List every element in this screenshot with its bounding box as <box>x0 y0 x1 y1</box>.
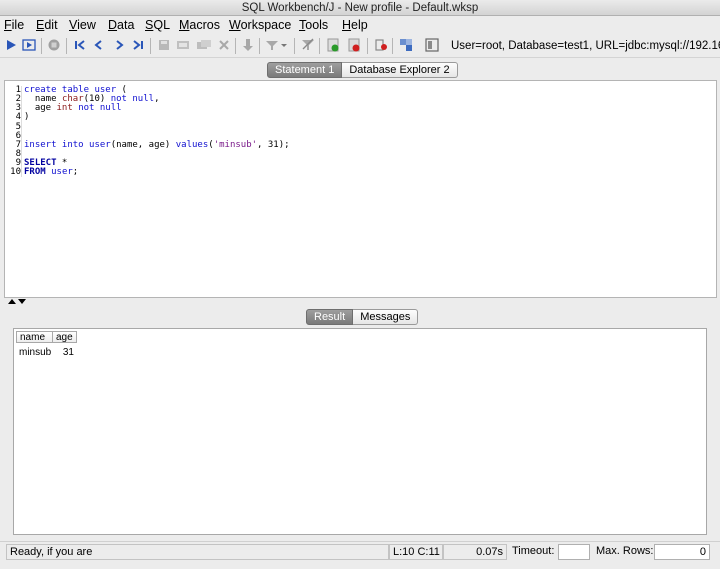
cell-age[interactable]: 31 <box>53 347 77 359</box>
result-grid[interactable]: name age minsub 31 <box>13 328 707 535</box>
sql-editor[interactable]: 1 2 3 4 5 6 7 8 9 10 create table user (… <box>4 80 717 298</box>
code-line[interactable]: insert into user(name, age) values('mins… <box>22 140 716 150</box>
sql-code[interactable]: create table user ( name char(10) not nu… <box>21 85 716 178</box>
code-line[interactable]: SELECT * <box>22 158 716 168</box>
window-title-bar: SQL Workbench/J - New profile - Default.… <box>0 0 720 16</box>
collapse-down-icon <box>18 299 26 304</box>
menu-workspace[interactable]: Workspace <box>229 17 291 33</box>
insert-row-icon[interactable] <box>176 37 192 53</box>
max-rows-label: Max. Rows: <box>596 545 654 557</box>
tab-messages[interactable]: Messages <box>353 309 419 325</box>
code-line[interactable]: age int not null <box>22 104 716 113</box>
stop-icon[interactable] <box>46 37 62 53</box>
code-line[interactable]: FROM user; <box>22 168 716 177</box>
tab-statement-1[interactable]: Statement 1 <box>267 62 343 78</box>
status-bar: Ready, if you are L:10 C:11 0.07s Timeou… <box>0 541 720 563</box>
toolbar-separator <box>150 38 151 54</box>
editor-tab-bar: Statement 1 Database Explorer 2 <box>267 62 458 78</box>
execute-current-icon[interactable] <box>21 37 37 53</box>
max-rows-input[interactable]: 0 <box>654 544 710 560</box>
line-number: 10 <box>10 167 21 178</box>
status-message: Ready, if you are <box>6 544 389 560</box>
filter-dropdown-icon[interactable] <box>264 37 288 53</box>
menu-macros[interactable]: Macros <box>179 17 220 33</box>
workspace-icon[interactable] <box>424 37 440 53</box>
table-row[interactable]: minsub 31 <box>16 347 77 359</box>
connection-info: User=root, Database=test1, URL=jdbc:mysq… <box>451 40 720 52</box>
window-title: SQL Workbench/J - New profile - Default.… <box>241 2 479 14</box>
reset-filter-icon[interactable] <box>300 37 316 53</box>
toolbar-separator <box>235 38 236 54</box>
toolbar-separator <box>259 38 260 54</box>
tab-database-explorer-2[interactable]: Database Explorer 2 <box>342 62 458 78</box>
menu-view[interactable]: View <box>69 17 96 33</box>
menu-data[interactable]: Data <box>108 17 134 33</box>
result-tab-bar: Result Messages <box>306 309 419 325</box>
next-statement-icon[interactable] <box>111 37 127 53</box>
toolbar-separator <box>66 38 67 54</box>
cell-name[interactable]: minsub <box>16 347 53 359</box>
disconnect-icon[interactable] <box>373 37 389 53</box>
menu-sql[interactable]: SQL <box>145 17 170 33</box>
tab-result[interactable]: Result <box>306 309 354 325</box>
copy-row-icon[interactable] <box>196 37 212 53</box>
code-line[interactable]: name char(10) not null, <box>22 94 716 104</box>
toolbar-separator <box>367 38 368 54</box>
save-icon[interactable] <box>156 37 172 53</box>
first-statement-icon[interactable] <box>72 37 88 53</box>
code-line[interactable] <box>22 123 716 132</box>
execute-icon[interactable] <box>3 37 19 53</box>
commit-icon[interactable] <box>325 37 341 53</box>
delete-row-icon[interactable] <box>216 37 232 53</box>
execution-time: 0.07s <box>443 544 507 560</box>
split-pane-divider[interactable] <box>0 298 720 306</box>
result-grid-header: name age <box>16 331 77 343</box>
menu-bar: File Edit View Data SQL Macros Workspace… <box>0 16 720 34</box>
main-toolbar: User=root, Database=test1, URL=jdbc:mysq… <box>0 34 720 58</box>
timeout-input[interactable] <box>558 544 590 560</box>
rollback-icon[interactable] <box>346 37 362 53</box>
menu-file[interactable]: File <box>4 17 24 33</box>
toolbar-separator <box>319 38 320 54</box>
cursor-position: L:10 C:11 <box>389 544 443 560</box>
line-number-gutter: 1 2 3 4 5 6 7 8 9 10 <box>5 85 21 178</box>
column-header-age[interactable]: age <box>53 331 77 343</box>
menu-help[interactable]: Help <box>342 17 368 33</box>
code-line[interactable]: ) <box>22 113 716 122</box>
toolbar-separator <box>41 38 42 54</box>
timeout-label: Timeout: <box>512 545 555 557</box>
last-statement-icon[interactable] <box>130 37 146 53</box>
collapse-up-icon <box>8 299 16 304</box>
column-header-name[interactable]: name <box>16 331 53 343</box>
toolbar-separator <box>392 38 393 54</box>
previous-statement-icon[interactable] <box>91 37 107 53</box>
toolbar-separator <box>294 38 295 54</box>
database-explorer-icon[interactable] <box>398 37 414 53</box>
menu-tools[interactable]: Tools <box>299 17 328 33</box>
sort-icon[interactable] <box>240 37 256 53</box>
menu-edit[interactable]: Edit <box>36 17 58 33</box>
code-line[interactable] <box>22 150 716 159</box>
